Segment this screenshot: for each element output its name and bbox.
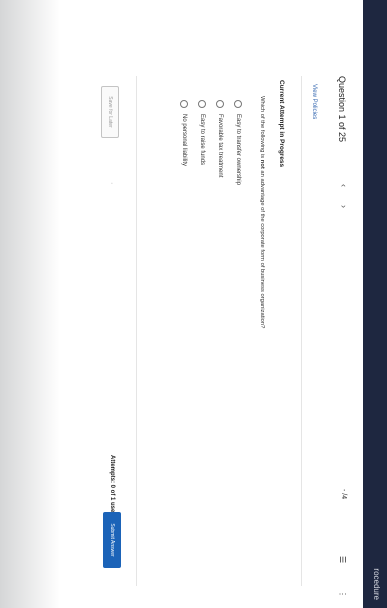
prompt-emphasis: not bbox=[259, 159, 265, 169]
points-display: - /4 bbox=[340, 489, 347, 500]
header-truncated-text: rocedure bbox=[372, 568, 381, 600]
attempts-counter: Attempts: 0 of 1 used bbox=[109, 455, 115, 517]
save-for-later-button[interactable]: Save for Later bbox=[101, 86, 119, 138]
chevron-right-icon[interactable]: › bbox=[339, 205, 349, 208]
photo-shade bbox=[0, 0, 60, 608]
answer-options: Easy to transfer ownership Favorable tax… bbox=[175, 100, 247, 185]
divider bbox=[136, 76, 137, 586]
radio-icon[interactable] bbox=[234, 100, 242, 108]
radio-icon[interactable] bbox=[198, 100, 206, 108]
radio-icon[interactable] bbox=[180, 100, 188, 108]
answer-option[interactable]: Easy to transfer ownership bbox=[229, 100, 247, 185]
radio-icon[interactable] bbox=[216, 100, 224, 108]
view-policies-link[interactable]: View Policies bbox=[311, 84, 317, 119]
answer-option[interactable]: Favorable tax treatment bbox=[211, 100, 229, 185]
prompt-text: Which of the following is bbox=[259, 96, 265, 160]
submit-answer-button[interactable]: Submit Answer bbox=[103, 512, 121, 568]
screen: rocedure Question 1 of 25 ‹ › - /4 ☰ ⋮ V… bbox=[0, 0, 387, 608]
question-title: Question 1 of 25 bbox=[337, 76, 347, 143]
option-label: Easy to raise funds bbox=[199, 114, 205, 166]
kebab-icon[interactable]: ⋮ bbox=[338, 590, 347, 598]
attempt-header: Current Attempt in Progress bbox=[278, 80, 285, 168]
separator-dot: · bbox=[108, 182, 115, 185]
option-label: Favorable tax treatment bbox=[217, 114, 223, 178]
option-label: Easy to transfer ownership bbox=[235, 114, 241, 186]
grid-icon[interactable]: ☰ bbox=[338, 556, 347, 563]
question-prompt: Which of the following is not an advanta… bbox=[259, 96, 265, 328]
chevron-left-icon[interactable]: ‹ bbox=[339, 184, 349, 187]
option-label: No personal liability bbox=[181, 114, 187, 167]
top-header-bar: rocedure bbox=[363, 0, 387, 608]
divider bbox=[301, 76, 302, 586]
answer-option[interactable]: No personal liability bbox=[175, 100, 193, 185]
prompt-text-end: an advantage of the corporate form of bu… bbox=[259, 168, 265, 329]
answer-option[interactable]: Easy to raise funds bbox=[193, 100, 211, 185]
